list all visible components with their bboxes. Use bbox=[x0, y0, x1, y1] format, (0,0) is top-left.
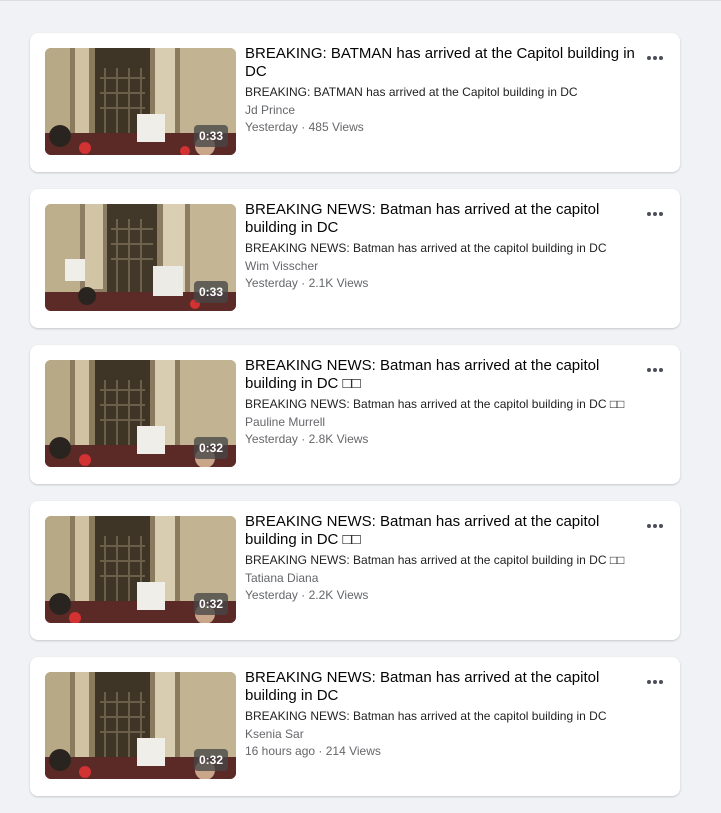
video-duration: 0:33 bbox=[193, 125, 228, 147]
view-count: 2.2K Views bbox=[308, 588, 369, 602]
view-count: 2.8K Views bbox=[308, 432, 369, 446]
more-options-icon[interactable] bbox=[642, 359, 668, 381]
view-count: 485 Views bbox=[308, 120, 364, 134]
video-card: 0:32 BREAKING NEWS: Batman has arrived a… bbox=[30, 501, 680, 640]
meta-separator: · bbox=[297, 276, 309, 290]
video-info: BREAKING NEWS: Batman has arrived at the… bbox=[245, 669, 635, 759]
video-description: BREAKING NEWS: Batman has arrived at the… bbox=[245, 553, 625, 567]
video-card: 0:32 BREAKING NEWS: Batman has arrived a… bbox=[30, 345, 680, 484]
video-author[interactable]: Tatiana Diana bbox=[245, 570, 635, 586]
video-card: 0:32 BREAKING NEWS: Batman has arrived a… bbox=[30, 657, 680, 796]
video-duration: 0:32 bbox=[193, 437, 228, 459]
video-card: 0:33 BREAKING NEWS: Batman has arrived a… bbox=[30, 189, 680, 328]
video-title[interactable]: BREAKING NEWS: Batman has arrived at the… bbox=[245, 513, 635, 549]
video-meta: 16 hours ago · 214 Views bbox=[245, 743, 635, 759]
post-time: Yesterday bbox=[245, 276, 298, 290]
post-time: Yesterday bbox=[245, 588, 298, 602]
video-duration: 0:32 bbox=[193, 593, 228, 615]
video-title[interactable]: BREAKING: BATMAN has arrived at the Capi… bbox=[245, 45, 635, 81]
video-feed: 0:33 BREAKING: BATMAN has arrived at the… bbox=[30, 33, 680, 813]
video-duration: 0:33 bbox=[193, 281, 228, 303]
video-thumbnail[interactable]: 0:33 bbox=[45, 48, 236, 155]
video-thumbnail[interactable]: 0:32 bbox=[45, 360, 236, 467]
meta-separator: · bbox=[315, 744, 326, 758]
video-card: 0:33 BREAKING: BATMAN has arrived at the… bbox=[30, 33, 680, 172]
video-description: BREAKING: BATMAN has arrived at the Capi… bbox=[245, 85, 578, 99]
video-title[interactable]: BREAKING NEWS: Batman has arrived at the… bbox=[245, 669, 635, 705]
video-duration: 0:32 bbox=[193, 749, 228, 771]
post-time: 16 hours ago bbox=[245, 744, 316, 758]
video-description: BREAKING NEWS: Batman has arrived at the… bbox=[245, 397, 625, 411]
video-title[interactable]: BREAKING NEWS: Batman has arrived at the… bbox=[245, 201, 635, 237]
video-title[interactable]: BREAKING NEWS: Batman has arrived at the… bbox=[245, 357, 635, 393]
view-count: 2.1K Views bbox=[308, 276, 369, 290]
more-options-icon[interactable] bbox=[642, 203, 668, 225]
video-description: BREAKING NEWS: Batman has arrived at the… bbox=[245, 709, 607, 723]
post-time: Yesterday bbox=[245, 120, 298, 134]
video-info: BREAKING: BATMAN has arrived at the Capi… bbox=[245, 45, 635, 135]
video-meta: Yesterday · 485 Views bbox=[245, 119, 635, 135]
meta-separator: · bbox=[297, 120, 309, 134]
more-options-icon[interactable] bbox=[642, 515, 668, 537]
video-meta: Yesterday · 2.2K Views bbox=[245, 587, 635, 603]
video-author[interactable]: Pauline Murrell bbox=[245, 414, 635, 430]
video-thumbnail[interactable]: 0:32 bbox=[45, 672, 236, 779]
meta-separator: · bbox=[297, 432, 309, 446]
video-author[interactable]: Wim Visscher bbox=[245, 258, 635, 274]
post-time: Yesterday bbox=[245, 432, 298, 446]
more-options-icon[interactable] bbox=[642, 671, 668, 693]
video-description: BREAKING NEWS: Batman has arrived at the… bbox=[245, 241, 607, 255]
video-thumbnail[interactable]: 0:33 bbox=[45, 204, 236, 311]
video-info: BREAKING NEWS: Batman has arrived at the… bbox=[245, 513, 635, 603]
view-count: 214 Views bbox=[325, 744, 381, 758]
video-author[interactable]: Jd Prince bbox=[245, 102, 635, 118]
video-info: BREAKING NEWS: Batman has arrived at the… bbox=[245, 201, 635, 291]
video-info: BREAKING NEWS: Batman has arrived at the… bbox=[245, 357, 635, 447]
video-thumbnail[interactable]: 0:32 bbox=[45, 516, 236, 623]
video-author[interactable]: Ksenia Sar bbox=[245, 726, 635, 742]
meta-separator: · bbox=[297, 588, 309, 602]
more-options-icon[interactable] bbox=[642, 47, 668, 69]
video-meta: Yesterday · 2.1K Views bbox=[245, 275, 635, 291]
top-divider bbox=[0, 0, 721, 1]
video-meta: Yesterday · 2.8K Views bbox=[245, 431, 635, 447]
